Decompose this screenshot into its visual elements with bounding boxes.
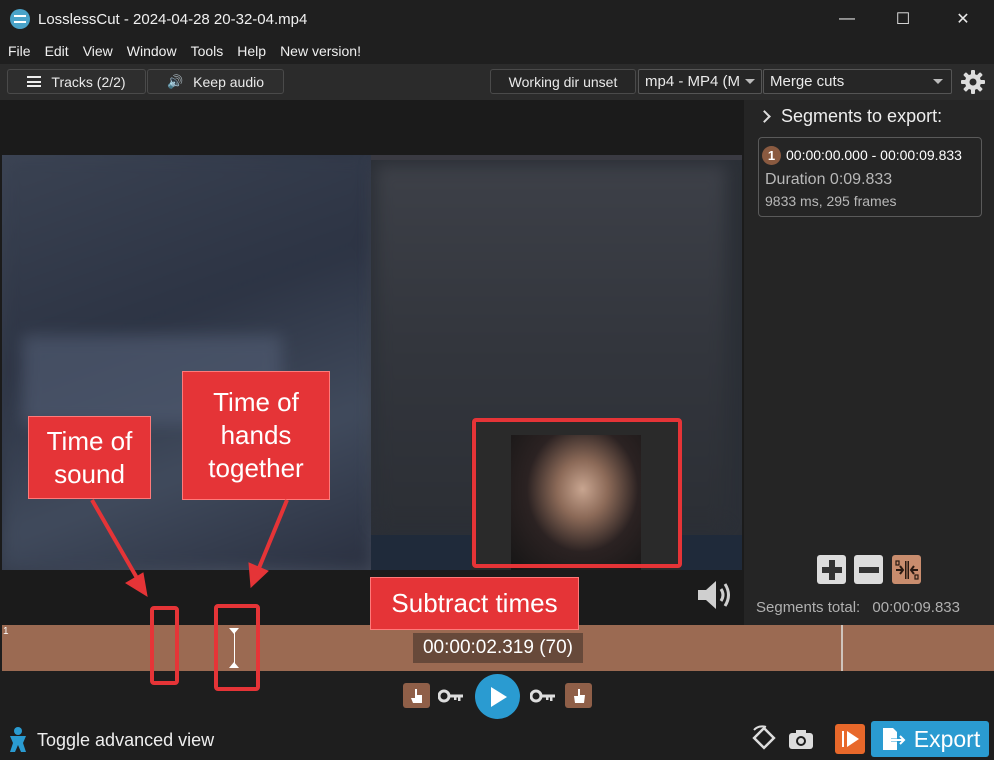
- annotation-arrows: [90, 499, 289, 598]
